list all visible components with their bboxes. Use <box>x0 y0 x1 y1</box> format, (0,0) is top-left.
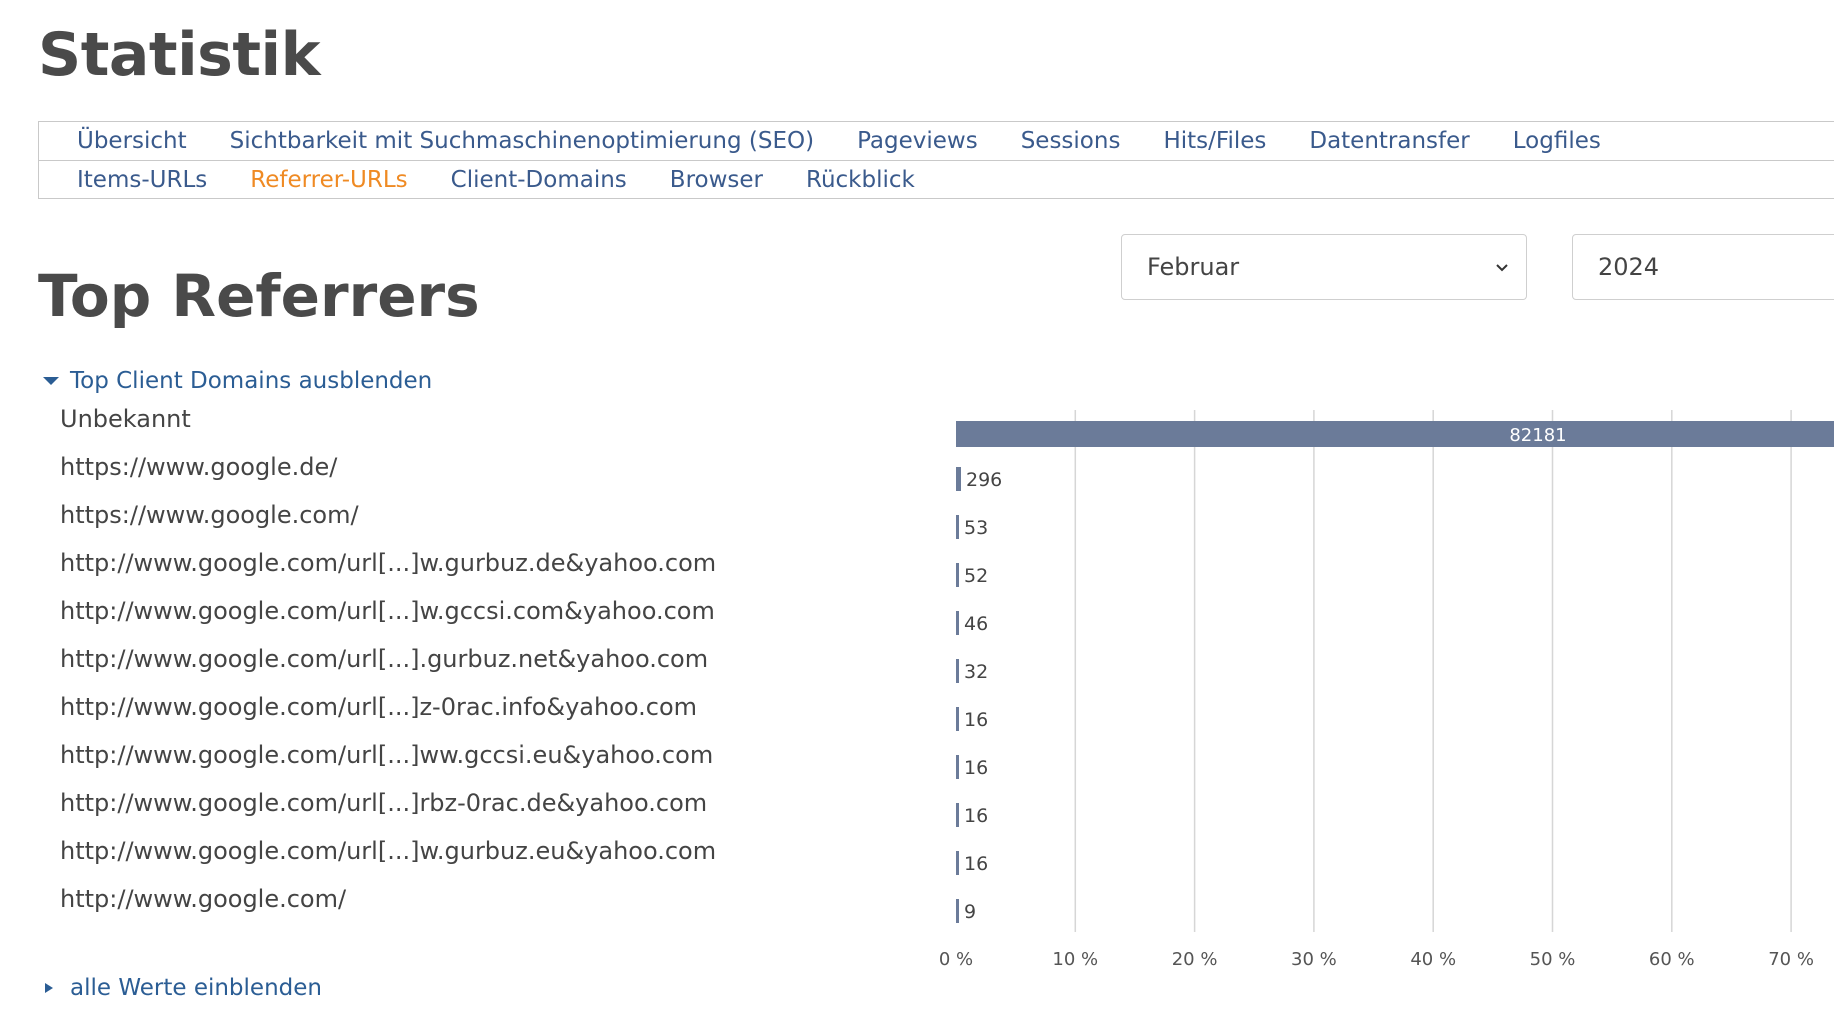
bar <box>956 707 959 731</box>
show-all-values-label: alle Werte einblenden <box>70 975 322 1001</box>
bar <box>956 659 959 683</box>
bar <box>956 515 959 539</box>
bar <box>956 755 959 779</box>
bar <box>956 467 961 491</box>
bar <box>956 899 959 923</box>
bar-value-label: 296 <box>966 469 1002 491</box>
bar-value-label: 46 <box>964 613 988 635</box>
x-tick-label: 70 % <box>1768 949 1814 970</box>
caret-right-icon <box>45 983 53 993</box>
x-tick-label: 0 % <box>939 949 973 970</box>
bar <box>956 851 959 875</box>
bar <box>956 563 959 587</box>
bar-value-label: 16 <box>964 805 988 827</box>
x-tick-label: 40 % <box>1410 949 1456 970</box>
bar-value-label: 16 <box>964 757 988 779</box>
show-all-values-toggle[interactable]: alle Werte einblenden <box>40 975 322 1001</box>
bar-value-label: 52 <box>964 565 988 587</box>
referrer-bar-chart: 0 % 10 % 20 % 30 % 40 % 50 % 60 % 70 % 82181 296 5… <box>939 410 1834 970</box>
x-tick-label: 10 % <box>1052 949 1098 970</box>
bar-value-label: 32 <box>964 661 988 683</box>
x-tick-label: 50 % <box>1530 949 1576 970</box>
bar-value-label: 53 <box>964 517 988 539</box>
bar <box>956 421 1834 447</box>
bar-value-label: 9 <box>964 901 976 923</box>
bar-value-label: 16 <box>964 853 988 875</box>
bar-value-label: 82181 <box>1509 425 1566 446</box>
x-tick-label: 30 % <box>1291 949 1337 970</box>
x-tick-label: 20 % <box>1172 949 1218 970</box>
x-tick-label: 60 % <box>1649 949 1695 970</box>
bar-value-label: 16 <box>964 709 988 731</box>
bar <box>956 611 959 635</box>
bar <box>956 803 959 827</box>
